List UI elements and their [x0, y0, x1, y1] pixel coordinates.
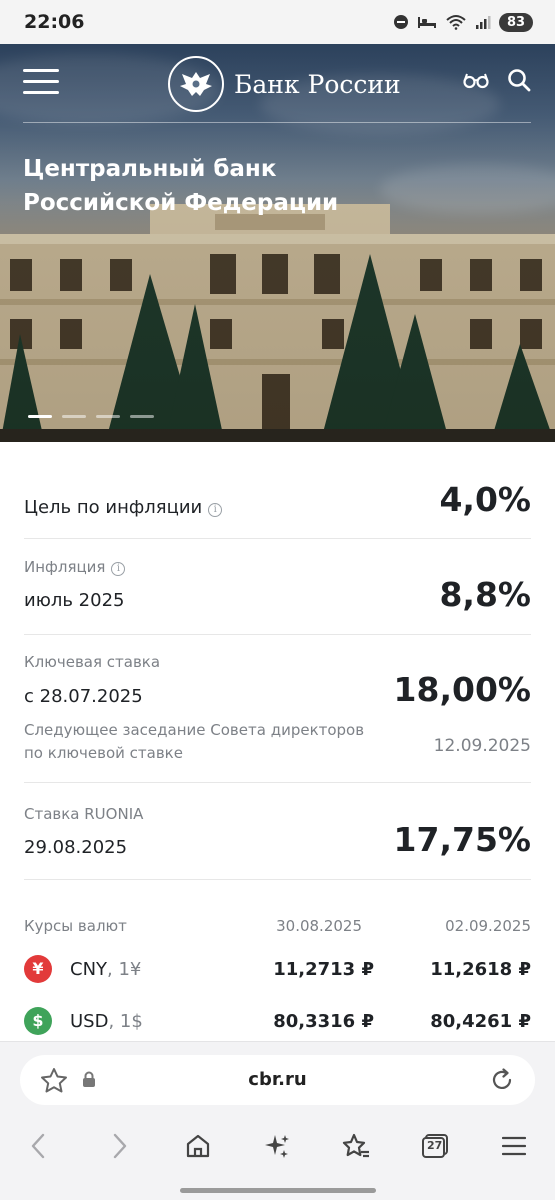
wifi-icon	[446, 15, 466, 30]
ruonia-row[interactable]: Ставка RUONIA 29.08.2025 17,75%	[24, 783, 531, 880]
currency-rates: Курсы валют 30.08.2025 02.09.2025 ¥ CNY,…	[24, 905, 531, 1049]
sparkle-icon	[265, 1135, 289, 1158]
hero-title-line1: Центральный банк	[23, 156, 277, 182]
next-meeting-line1: Следующее заседание Совета директоров	[24, 721, 365, 739]
forward-button[interactable]	[100, 1126, 140, 1166]
rates-date-1: 30.08.2025	[276, 917, 362, 935]
bookmarks-button[interactable]	[336, 1126, 376, 1166]
carousel-dot[interactable]	[130, 415, 154, 418]
ai-assistant-button[interactable]	[257, 1126, 297, 1166]
hero-banner[interactable]: Банк России Центральный банк Российской …	[0, 44, 555, 442]
currency-unit: , 1$	[108, 1011, 143, 1032]
url-text[interactable]: cbr.ru	[20, 1069, 535, 1090]
carousel-indicators[interactable]	[28, 415, 154, 418]
battery-badge: 83	[499, 12, 533, 32]
key-rate-label: Ключевая ставка	[24, 653, 161, 671]
carousel-dot[interactable]	[62, 415, 86, 418]
inflation-value: 8,8%	[439, 575, 531, 614]
ruonia-value: 17,75%	[393, 820, 531, 859]
chevron-left-icon	[31, 1133, 45, 1159]
home-icon	[186, 1134, 210, 1158]
currency-code: USD	[70, 1011, 109, 1032]
key-rate-date: с 28.07.2025	[24, 686, 143, 707]
address-bar[interactable]: cbr.ru	[20, 1055, 535, 1105]
home-indicator-bar[interactable]	[180, 1188, 376, 1193]
next-meeting-date: 12.09.2025	[433, 736, 531, 756]
rate-row-cny[interactable]: ¥ CNY, 1¥ 11,2713 ₽ 11,2618 ₽	[24, 945, 531, 997]
rate-value-date2: 11,2618 ₽	[430, 959, 531, 980]
rates-date-2: 02.09.2025	[445, 917, 531, 935]
key-indicators: Цель по инфляции i 4,0% Инфляция i июль 20…	[0, 442, 555, 880]
currency-unit: , 1¥	[107, 959, 142, 980]
carousel-dot[interactable]	[28, 415, 52, 418]
glasses-icon[interactable]	[463, 71, 489, 89]
info-icon[interactable]: i	[208, 503, 223, 517]
ruonia-date: 29.08.2025	[24, 837, 128, 858]
reload-icon[interactable]	[489, 1067, 515, 1093]
rate-value-date2: 80,4261 ₽	[430, 1011, 531, 1032]
signal-icon	[476, 16, 491, 29]
currency-code: CNY	[70, 959, 108, 980]
bank-logo[interactable]: Банк России	[168, 56, 401, 112]
key-rate-row[interactable]: Ключевая ставка с 28.07.2025 18,00% След…	[24, 635, 531, 783]
home-button[interactable]	[178, 1126, 218, 1166]
rates-title: Курсы валют	[24, 917, 127, 935]
yuan-icon: ¥	[24, 955, 52, 983]
inflation-target-label: Цель по инфляции	[24, 497, 203, 518]
ruonia-label: Ставка RUONIA	[24, 805, 144, 823]
browser-toolbar: cbr.ru 27	[0, 1041, 555, 1200]
hero-divider	[23, 122, 531, 123]
status-icons: 83	[393, 12, 533, 32]
rate-value-date1: 11,2713 ₽	[273, 959, 374, 980]
status-time: 22:06	[24, 11, 85, 33]
status-bar: 22:06 83	[0, 0, 555, 44]
back-button[interactable]	[18, 1126, 58, 1166]
inflation-period: июль 2025	[24, 590, 125, 611]
browser-menu-button[interactable]	[494, 1126, 534, 1166]
chevron-right-icon	[113, 1133, 127, 1159]
browser-nav-bar: 27	[0, 1126, 555, 1166]
carousel-dot[interactable]	[96, 415, 120, 418]
menu-lines-icon	[502, 1136, 526, 1156]
tabs-button[interactable]: 27	[415, 1126, 455, 1166]
tabs-count: 27	[427, 1139, 443, 1152]
info-icon[interactable]: i	[111, 562, 126, 576]
logo-text: Банк России	[234, 69, 401, 99]
search-icon[interactable]	[507, 68, 531, 92]
hero-title-line2: Российской Федерации	[23, 190, 339, 216]
do-not-disturb-icon	[394, 15, 408, 29]
rate-value-date1: 80,3316 ₽	[273, 1011, 374, 1032]
double-eagle-emblem-icon	[168, 56, 224, 112]
inflation-target-row: Цель по инфляции i 4,0%	[24, 442, 531, 539]
inflation-row: Инфляция i июль 2025 8,8%	[24, 539, 531, 635]
key-rate-value: 18,00%	[393, 670, 531, 709]
sleep-icon	[418, 17, 436, 28]
rates-header: Курсы валют 30.08.2025 02.09.2025	[24, 905, 531, 945]
inflation-target-value: 4,0%	[439, 480, 531, 519]
next-meeting-line2: по ключевой ставке	[24, 744, 183, 762]
dollar-icon: $	[24, 1007, 52, 1035]
hero-title: Центральный банк Российской Федерации	[23, 152, 383, 220]
inflation-label: Инфляция	[24, 558, 106, 576]
next-meeting-note: Следующее заседание Совета директоров по…	[24, 719, 364, 765]
menu-icon[interactable]	[23, 69, 59, 95]
star-list-icon	[342, 1133, 369, 1158]
